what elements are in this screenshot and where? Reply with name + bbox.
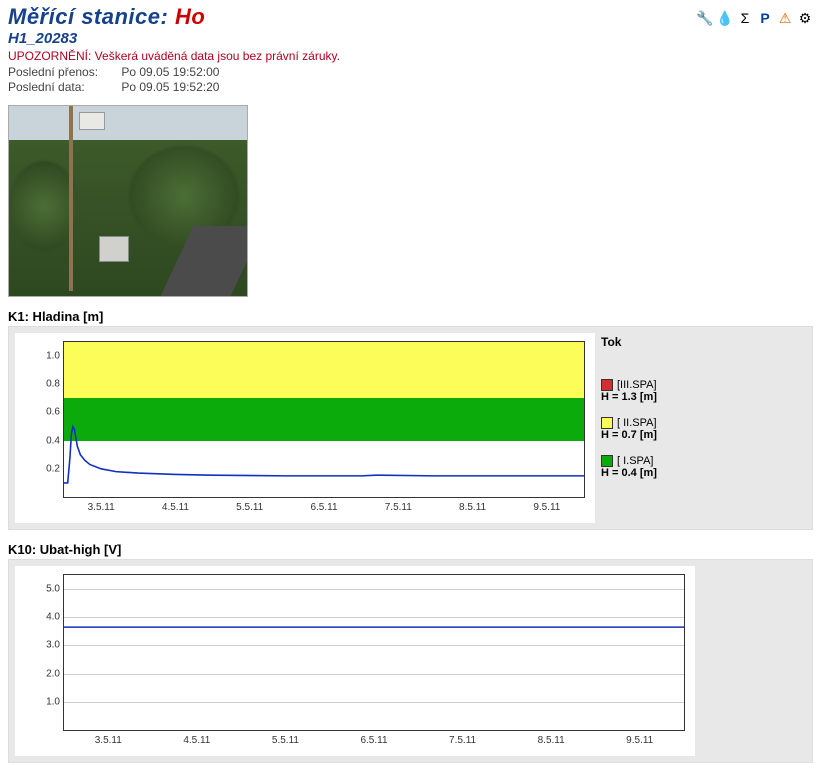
chart1-legend: Tok [III.SPA]H = 1.3 [m] [ II.SPA]H = 0.7…	[601, 333, 657, 495]
last-transfer-label: Poslední přenos:	[8, 65, 118, 79]
legend-swatch	[601, 417, 613, 429]
legend-row: [III.SPA]H = 1.3 [m]	[601, 379, 657, 403]
chart2-panel: 1.0 2.0 3.0 4.0 5.0 3.5.11 4.5.11 5.5.11 6.5.11 7…	[8, 559, 813, 763]
y-tick: 1.0	[34, 351, 60, 362]
legend-value: H = 0.7 [m]	[601, 429, 657, 441]
legend-row: [ II.SPA]H = 0.7 [m]	[601, 417, 657, 441]
legend-label: [III.SPA]	[617, 379, 657, 391]
y-tick: 0.8	[34, 379, 60, 390]
page-title: Měřící stanice: Ho	[8, 4, 340, 30]
x-tick: 5.5.11	[272, 735, 299, 746]
x-tick: 4.5.11	[183, 735, 210, 746]
last-data-label: Poslední data:	[8, 80, 118, 94]
last-transfer-row: Poslední přenos: Po 09.05 19:52:00	[8, 65, 340, 79]
legend-swatch	[601, 455, 613, 467]
legend-value: H = 1.3 [m]	[601, 391, 657, 403]
x-tick: 8.5.11	[459, 502, 486, 513]
last-data-row: Poslední data: Po 09.05 19:52:20	[8, 80, 340, 94]
title-name: Ho	[175, 4, 205, 29]
legend-title: Tok	[601, 335, 657, 349]
legend-swatch	[601, 379, 613, 391]
chart2-title: K10: Ubat-high [V]	[8, 542, 813, 557]
chart1-panel: 0.2 0.4 0.6 0.8 1.0 3.5.11 4.5.11 5.5.11 6.5.11 7…	[8, 326, 813, 530]
y-tick: 3.0	[34, 640, 60, 651]
chart2-area: 1.0 2.0 3.0 4.0 5.0 3.5.11 4.5.11 5.5.11 6.5.11 7…	[15, 566, 695, 756]
legend-label: [ II.SPA]	[617, 417, 657, 429]
x-tick: 5.5.11	[236, 502, 263, 513]
last-data-value: Po 09.05 19:52:20	[121, 80, 219, 94]
legend-value: H = 0.4 [m]	[601, 467, 657, 479]
x-tick: 6.5.11	[360, 735, 387, 746]
chart2-plot: 1.02.03.04.05.03.5.114.5.115.5.116.5.117…	[63, 574, 685, 731]
tool-icon[interactable]: 🔧	[697, 10, 713, 26]
y-tick: 4.0	[34, 612, 60, 623]
water-icon[interactable]: 💧	[717, 10, 733, 26]
x-tick: 9.5.11	[626, 735, 653, 746]
x-tick: 9.5.11	[533, 502, 560, 513]
title-block: Měřící stanice: Ho H1_20283 UPOZORNĚNÍ: …	[8, 4, 340, 95]
warning-text: UPOZORNĚNÍ: Veškerá uváděná data jsou be…	[8, 49, 340, 63]
x-tick: 3.5.11	[95, 735, 122, 746]
gear-icon[interactable]: ⚙	[797, 10, 813, 26]
alert-icon[interactable]: ⚠	[777, 10, 793, 26]
station-id: H1_20283	[8, 30, 340, 47]
y-tick: 2.0	[34, 668, 60, 679]
legend-label: [ I.SPA]	[617, 455, 653, 467]
chart1-plot: 0.20.40.60.81.03.5.114.5.115.5.116.5.117…	[63, 341, 585, 498]
x-tick: 7.5.11	[385, 502, 412, 513]
p-icon[interactable]: P	[757, 10, 773, 26]
y-tick: 0.2	[34, 463, 60, 474]
y-tick: 0.6	[34, 407, 60, 418]
x-tick: 4.5.11	[162, 502, 189, 513]
x-tick: 6.5.11	[310, 502, 337, 513]
x-tick: 3.5.11	[88, 502, 115, 513]
y-tick: 0.4	[34, 435, 60, 446]
station-photo	[8, 105, 248, 297]
last-transfer-value: Po 09.05 19:52:00	[121, 65, 219, 79]
sigma-icon[interactable]: Σ	[737, 10, 753, 26]
y-tick: 1.0	[34, 696, 60, 707]
title-prefix: Měřící stanice:	[8, 4, 175, 29]
legend-row: [ I.SPA]H = 0.4 [m]	[601, 455, 657, 479]
toolbar: 🔧 💧 Σ P ⚠ ⚙	[697, 10, 813, 26]
x-tick: 8.5.11	[538, 735, 565, 746]
x-tick: 7.5.11	[449, 735, 476, 746]
y-tick: 5.0	[34, 584, 60, 595]
chart1-title: K1: Hladina [m]	[8, 309, 813, 324]
chart1-area: 0.2 0.4 0.6 0.8 1.0 3.5.11 4.5.11 5.5.11 6.5.11 7…	[15, 333, 595, 523]
